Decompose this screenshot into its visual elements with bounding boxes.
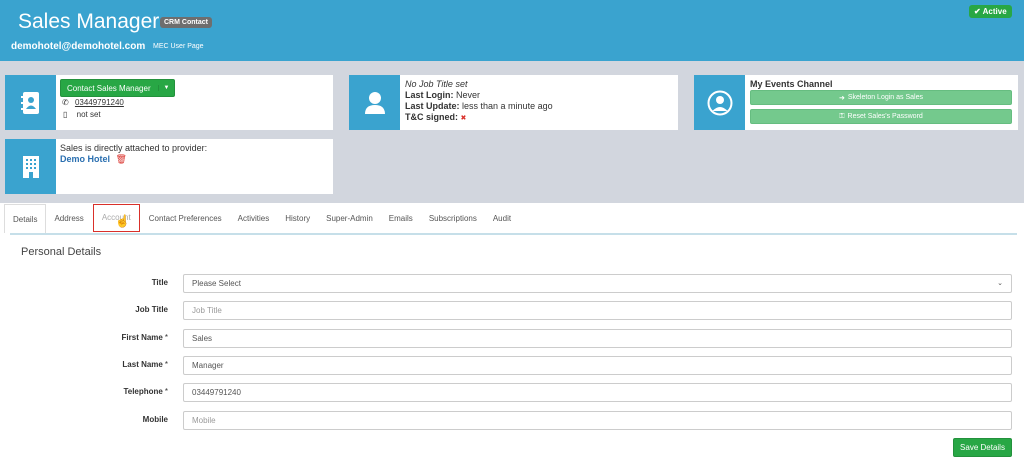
provider-link[interactable]: Demo Hotel xyxy=(60,154,110,164)
user-email: demohotel@demohotel.com xyxy=(11,41,146,52)
tab-audit[interactable]: Audit xyxy=(485,204,519,233)
user-circle-icon xyxy=(707,90,732,115)
phone-number-link[interactable]: 03449791240 xyxy=(75,98,124,107)
skeleton-login-label: Skeleton Login as Sales xyxy=(847,94,923,101)
page-title: Sales Manager xyxy=(18,10,160,33)
last-update-row: Last Update: less than a minute ago xyxy=(405,101,553,111)
last-update-value: less than a minute ago xyxy=(462,101,553,111)
first-name-field[interactable]: Sales xyxy=(183,329,1012,348)
provider-card-icon-box xyxy=(5,139,56,194)
events-card-icon-box xyxy=(694,75,745,130)
reset-password-label: Reset Sales's Password xyxy=(847,113,923,120)
first-name-label: First Name * xyxy=(121,333,168,342)
chevron-down-icon: ⌄ xyxy=(997,280,1003,287)
job-title-field[interactable]: Job Title xyxy=(183,301,1012,320)
contact-card-icon-box xyxy=(5,75,56,130)
phone-icon: ✆ xyxy=(62,98,69,107)
tab-contact-preferences[interactable]: Contact Preferences xyxy=(141,204,230,233)
mobile-value: not set xyxy=(76,110,101,119)
personal-details-heading: Personal Details xyxy=(21,246,102,258)
skeleton-login-button[interactable]: ➜ Skeleton Login as Sales xyxy=(750,90,1012,105)
last-name-row: Last Name * Manager xyxy=(0,356,1024,376)
last-login-row: Last Login: Never xyxy=(405,90,480,100)
user-icon xyxy=(364,91,385,114)
caret-down-icon[interactable]: ▼ xyxy=(158,85,174,91)
reset-password-button[interactable]: ⚿ Reset Sales's Password xyxy=(750,109,1012,124)
check-circle-icon: ✔ xyxy=(974,7,981,16)
first-name-row: First Name * Sales xyxy=(0,329,1024,349)
tc-signed-row: T&C signed: ✖ xyxy=(405,112,466,122)
address-book-icon xyxy=(20,91,39,114)
last-name-label: Last Name * xyxy=(122,360,168,369)
last-login-value: Never xyxy=(456,90,481,100)
job-status-card: No Job Title set Last Login: Never Last … xyxy=(349,75,678,130)
provider-row: Demo Hotel 🗑 xyxy=(60,154,127,165)
tab-subscriptions[interactable]: Subscriptions xyxy=(421,204,485,233)
tc-not-signed-icon: ✖ xyxy=(460,115,467,122)
events-channel-card: My Events Channel ➜ Skeleton Login as Sa… xyxy=(694,75,1018,130)
mec-user-page-link[interactable]: MEC User Page xyxy=(153,43,204,50)
title-select-value: Please Select xyxy=(192,279,241,288)
tab-super-admin[interactable]: Super-Admin xyxy=(318,204,381,233)
last-login-label: Last Login: xyxy=(405,90,454,100)
tc-signed-label: T&C signed: xyxy=(405,112,458,122)
title-select[interactable]: Please Select ⌄ xyxy=(183,274,1012,293)
telephone-label: Telephone * xyxy=(123,387,168,396)
mobile-label: Mobile xyxy=(142,415,168,424)
title-label: Title xyxy=(151,278,168,287)
contact-card: Contact Sales Manager ▼ ✆ 03449791240 ▯ … xyxy=(5,75,333,130)
provider-attached-text: Sales is directly attached to provider: xyxy=(60,143,208,153)
telephone-field[interactable]: 03449791240 xyxy=(183,383,1012,402)
mobile-row: ▯ not set xyxy=(63,110,101,119)
mobile-icon: ▯ xyxy=(63,110,68,119)
provider-card: Sales is directly attached to provider: … xyxy=(5,139,333,194)
crm-contact-badge: CRM Contact xyxy=(160,17,212,28)
events-channel-title: My Events Channel xyxy=(750,79,833,89)
contact-sales-manager-button[interactable]: Contact Sales Manager ▼ xyxy=(60,79,175,97)
tab-address[interactable]: Address xyxy=(46,204,91,233)
job-card-icon-box xyxy=(349,75,400,130)
job-title-row: Job Title Job Title xyxy=(0,301,1024,321)
tab-bar: Details Address Account Contact Preferen… xyxy=(4,203,519,233)
save-details-button[interactable]: Save Details xyxy=(953,438,1012,457)
section-divider xyxy=(10,233,1017,235)
phone-row: ✆ 03449791240 xyxy=(62,98,124,107)
active-status-badge: ✔ Active xyxy=(969,5,1012,18)
last-name-field[interactable]: Manager xyxy=(183,356,1012,375)
tab-history[interactable]: History xyxy=(277,204,318,233)
tab-details[interactable]: Details xyxy=(4,204,47,233)
trash-icon[interactable]: 🗑 xyxy=(116,154,127,164)
sign-in-icon: ➜ xyxy=(839,94,845,102)
job-title-text: No Job Title set xyxy=(405,79,468,89)
contact-button-label: Contact Sales Manager xyxy=(67,83,151,93)
active-status-label: Active xyxy=(982,7,1007,16)
page-header: Sales Manager CRM Contact demohotel@demo… xyxy=(0,0,1024,61)
mobile-row-form: Mobile Mobile xyxy=(0,411,1024,431)
tab-activities[interactable]: Activities xyxy=(230,204,278,233)
job-title-label: Job Title xyxy=(135,305,168,314)
mobile-field[interactable]: Mobile xyxy=(183,411,1012,430)
building-icon xyxy=(22,155,39,178)
title-row: Title Please Select ⌄ xyxy=(0,274,1024,294)
tab-emails[interactable]: Emails xyxy=(381,204,421,233)
mouse-pointer-icon: ☝ xyxy=(115,214,130,228)
key-icon: ⚿ xyxy=(839,112,845,120)
last-update-label: Last Update: xyxy=(405,101,460,111)
telephone-row: Telephone * 03449791240 xyxy=(0,383,1024,403)
